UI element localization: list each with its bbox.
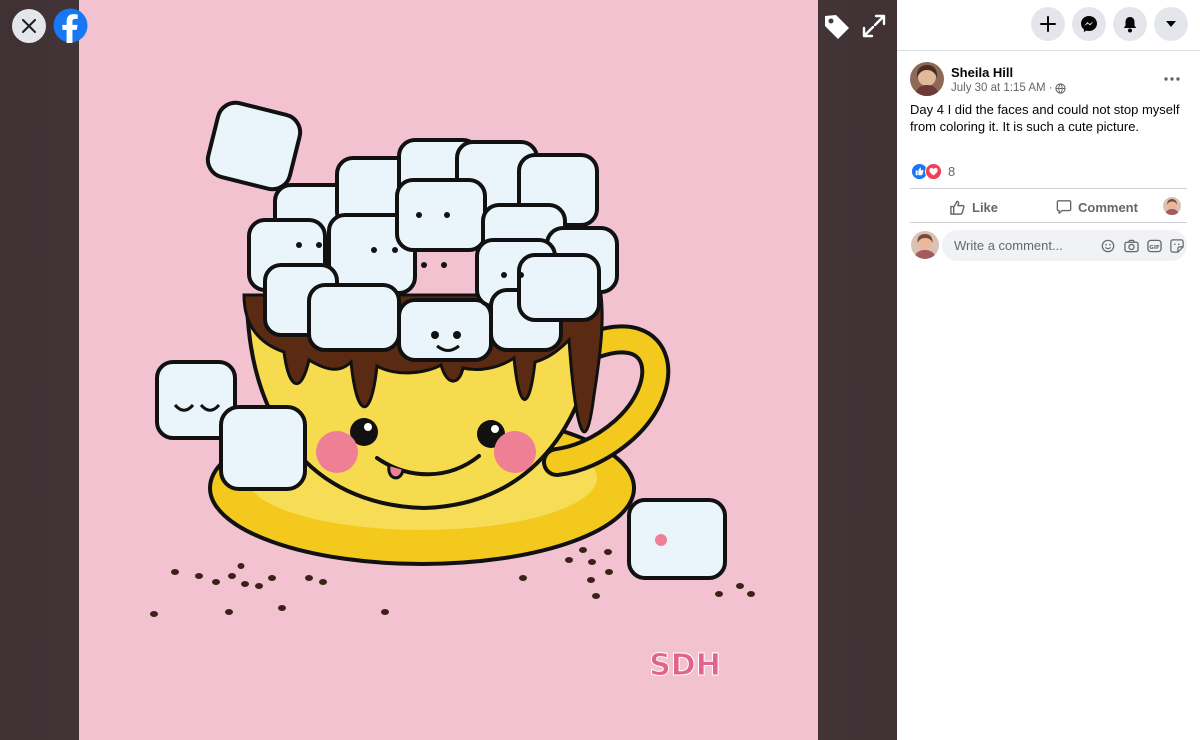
create-button[interactable]	[1031, 7, 1065, 41]
photo[interactable]: SDH	[79, 0, 818, 740]
svg-text:SDH: SDH	[649, 648, 721, 683]
plus-icon	[1040, 16, 1056, 32]
more-options-icon	[1164, 77, 1180, 81]
comment-composer: GIF	[942, 230, 1187, 261]
author-name[interactable]: Sheila Hill	[951, 65, 1013, 80]
comment-icon	[1056, 200, 1072, 214]
gif-icon[interactable]: GIF	[1145, 237, 1163, 255]
top-bar	[897, 0, 1200, 51]
post-meta: July 30 at 1:15 AM ·	[951, 82, 1067, 94]
emoji-icon[interactable]	[1099, 237, 1117, 255]
like-button[interactable]: Like	[949, 194, 998, 220]
post-options-button[interactable]	[1160, 67, 1184, 91]
messenger-icon	[1081, 16, 1097, 32]
comment-as-avatar[interactable]	[1163, 197, 1181, 215]
like-label: Like	[972, 199, 999, 215]
divider	[910, 222, 1187, 223]
post-panel: Sheila Hill July 30 at 1:15 AM · Day 4 I…	[897, 0, 1200, 740]
svg-text:GIF: GIF	[1149, 244, 1160, 250]
comment-button[interactable]: Comment	[1056, 194, 1138, 220]
close-button[interactable]	[12, 9, 46, 43]
tag-icon[interactable]	[822, 12, 852, 42]
post-text: Day 4 I did the faces and could not stop…	[910, 102, 1180, 134]
sticker-icon[interactable]	[1168, 237, 1186, 255]
comment-input[interactable]	[952, 237, 1094, 254]
expand-icon[interactable]	[861, 13, 887, 39]
post-timestamp[interactable]: July 30 at 1:15 AM	[951, 82, 1046, 94]
thumbs-up-icon	[950, 200, 965, 215]
facebook-logo-icon[interactable]	[53, 8, 88, 43]
photo-viewer: SDH	[0, 0, 897, 740]
post-header: Sheila Hill July 30 at 1:15 AM ·	[910, 62, 1190, 98]
author-avatar[interactable]	[910, 62, 944, 96]
messenger-button[interactable]	[1072, 7, 1106, 41]
bell-icon	[1123, 16, 1137, 32]
love-icon	[925, 162, 942, 180]
reaction-summary[interactable]: 8	[911, 161, 955, 181]
camera-icon[interactable]	[1122, 237, 1140, 255]
globe-icon	[1055, 82, 1067, 94]
marshmallow-cup-illustration: SDH	[150, 100, 755, 684]
account-menu-button[interactable]	[1154, 7, 1188, 41]
close-icon	[22, 19, 36, 33]
notifications-button[interactable]	[1113, 7, 1147, 41]
caret-down-icon	[1166, 21, 1176, 27]
comment-label: Comment	[1078, 199, 1138, 215]
divider	[910, 188, 1187, 189]
reaction-count: 8	[948, 163, 956, 179]
commenter-avatar[interactable]	[911, 231, 939, 259]
meta-separator: ·	[1048, 82, 1053, 94]
